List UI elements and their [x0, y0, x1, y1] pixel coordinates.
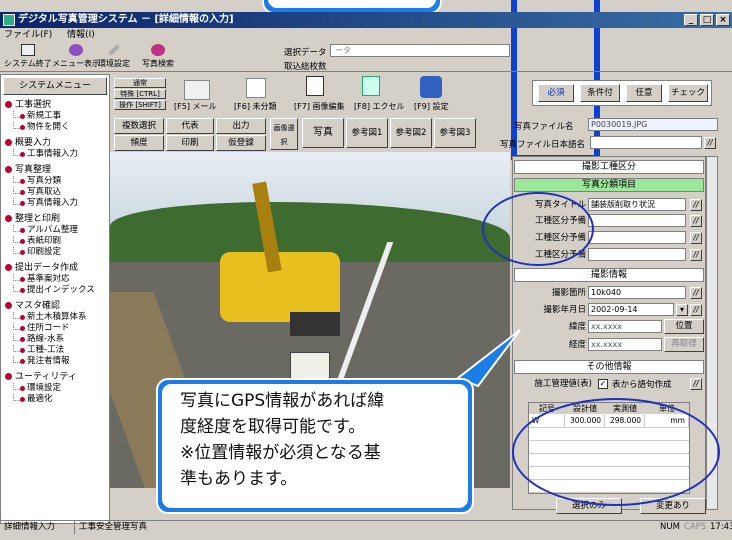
- app-window: デジタル写真管理システム － [詳細情報の入力] _ □ × ファイル(F) 情…: [0, 0, 732, 540]
- gps-callout: 写真にGPS情報があれば緯 度経度を取得可能です。 ※位置情報が必須となる基 準…: [156, 378, 474, 514]
- callout-line-2: 度経度を取得可能です。: [180, 417, 366, 437]
- callout-line-3: ※位置情報が必須となる基: [180, 443, 381, 463]
- callout-line-4: 準もあります。: [180, 469, 298, 489]
- callout-line-1: 写真にGPS情報があれば緯: [180, 391, 385, 411]
